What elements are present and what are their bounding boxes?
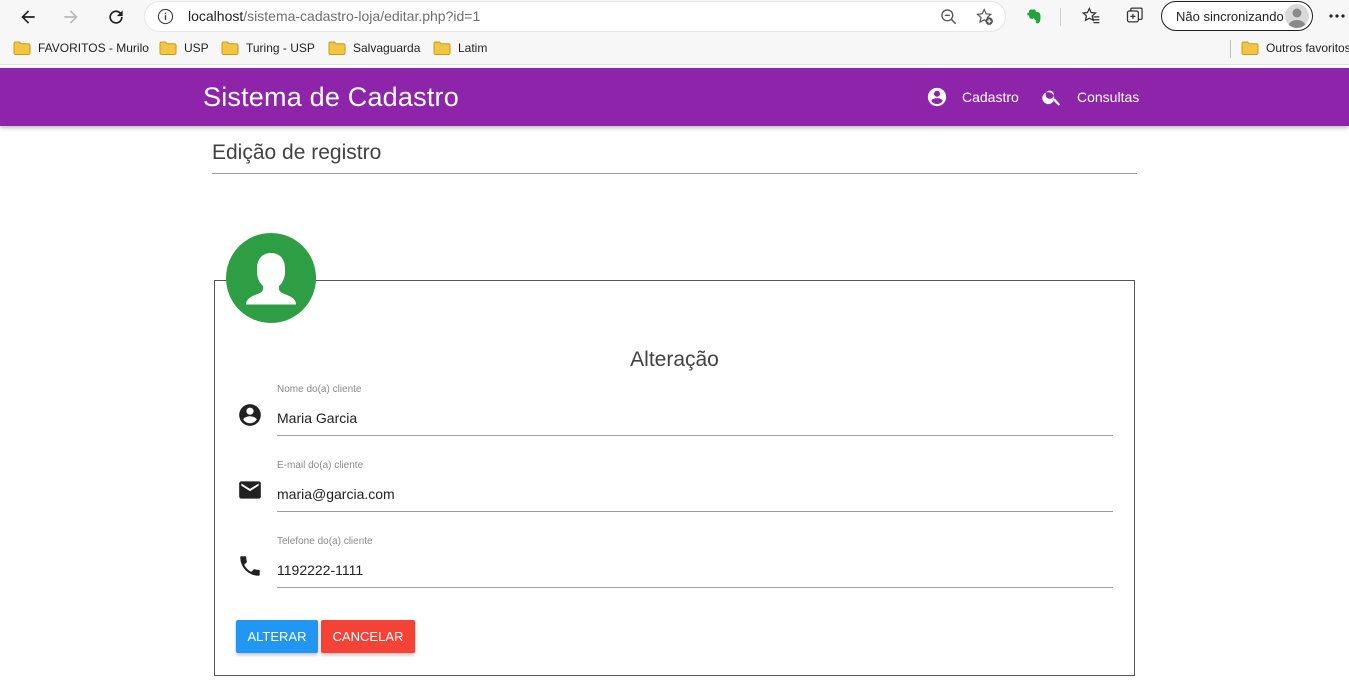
address-bar[interactable]: localhost/sistema-cadastro-loja/editar.p… xyxy=(145,2,1005,31)
search-icon xyxy=(1042,90,1061,106)
form-title: Alteração xyxy=(630,348,719,371)
brand-title[interactable]: Sistema de Cadastro xyxy=(203,82,459,113)
folder-icon xyxy=(221,41,239,55)
phone-icon xyxy=(240,556,260,576)
add-favorite-icon[interactable] xyxy=(975,7,995,27)
favorites-icon[interactable] xyxy=(1081,6,1101,26)
page-title: Edição de registro xyxy=(212,141,382,164)
folder-icon xyxy=(433,41,451,55)
email-input[interactable] xyxy=(277,477,1113,512)
app-navbar: Sistema de Cadastro Cadastro Consultas xyxy=(0,68,1349,126)
user-avatar xyxy=(226,233,316,323)
email-field: E-mail do(a) cliente xyxy=(237,460,1113,530)
bookmark-folder[interactable]: Turing - USP xyxy=(221,41,315,55)
evernote-extension-icon[interactable] xyxy=(1024,6,1044,28)
bookmark-label: Salvaguarda xyxy=(353,41,421,55)
sync-status-label: Não sincronizando xyxy=(1176,9,1284,24)
bookmark-folder[interactable]: Salvaguarda xyxy=(328,41,420,55)
phone-field: Telefone do(a) cliente xyxy=(237,536,1113,606)
bookmark-label: Turing - USP xyxy=(246,41,315,55)
nav-item-label: Consultas xyxy=(1077,89,1140,105)
email-icon xyxy=(239,481,261,499)
url-host: localhost xyxy=(188,8,244,24)
url-text[interactable]: localhost/sistema-cadastro-loja/editar.p… xyxy=(188,8,480,24)
refresh-icon[interactable] xyxy=(103,4,129,30)
edit-form-card: Alteração Nome do(a) cliente E-mail do(a… xyxy=(214,280,1135,676)
alterar-button[interactable]: Alterar xyxy=(236,620,318,653)
name-field: Nome do(a) cliente xyxy=(237,384,1113,454)
bookmarks-separator xyxy=(1230,40,1231,58)
bookmark-folder[interactable]: FAVORITOS - Murilo xyxy=(13,41,149,55)
nav-item-consultas[interactable]: Consultas xyxy=(1041,86,1139,108)
nav-item-label: Cadastro xyxy=(962,89,1019,105)
forward-icon[interactable] xyxy=(58,4,84,30)
profile-avatar-icon xyxy=(1285,4,1309,28)
account-circle-icon xyxy=(239,404,261,426)
person-icon xyxy=(246,253,296,305)
toolbar-separator xyxy=(1060,8,1061,26)
name-input[interactable] xyxy=(277,401,1113,436)
url-path: /sistema-cadastro-loja/editar.php?id=1 xyxy=(243,8,481,24)
cancelar-button[interactable]: Cancelar xyxy=(321,620,415,653)
phone-field-label: Telefone do(a) cliente xyxy=(277,536,373,547)
bookmark-label: FAVORITOS - Murilo xyxy=(38,41,149,55)
nav-item-cadastro[interactable]: Cadastro xyxy=(926,86,1019,108)
bookmarks-bar: FAVORITOS - Murilo USP Turing - USP Salv… xyxy=(0,34,1349,65)
profile-sync-button[interactable]: Não sincronizando xyxy=(1161,1,1313,31)
phone-input[interactable] xyxy=(277,553,1113,588)
bookmark-folder[interactable]: Latim xyxy=(433,41,487,55)
bookmark-folder[interactable]: USP xyxy=(159,41,209,55)
other-favorites-folder[interactable]: Outros favoritos xyxy=(1241,41,1349,55)
name-field-label: Nome do(a) cliente xyxy=(277,384,362,395)
bookmark-label: Outros favoritos xyxy=(1266,41,1349,55)
account-circle-icon xyxy=(927,87,947,107)
bookmark-label: USP xyxy=(184,41,209,55)
title-divider xyxy=(212,173,1137,174)
folder-icon xyxy=(159,41,177,55)
bookmark-label: Latim xyxy=(458,41,488,55)
email-field-label: E-mail do(a) cliente xyxy=(277,460,364,471)
browser-toolbar: localhost/sistema-cadastro-loja/editar.p… xyxy=(0,0,1349,34)
more-options-icon[interactable] xyxy=(1328,13,1346,19)
folder-icon xyxy=(1241,41,1259,55)
info-icon[interactable] xyxy=(157,8,174,25)
zoom-out-icon[interactable] xyxy=(939,7,959,27)
folder-icon xyxy=(328,41,346,55)
folder-icon xyxy=(13,41,31,55)
back-icon[interactable] xyxy=(15,4,41,30)
collections-icon[interactable] xyxy=(1125,6,1145,26)
